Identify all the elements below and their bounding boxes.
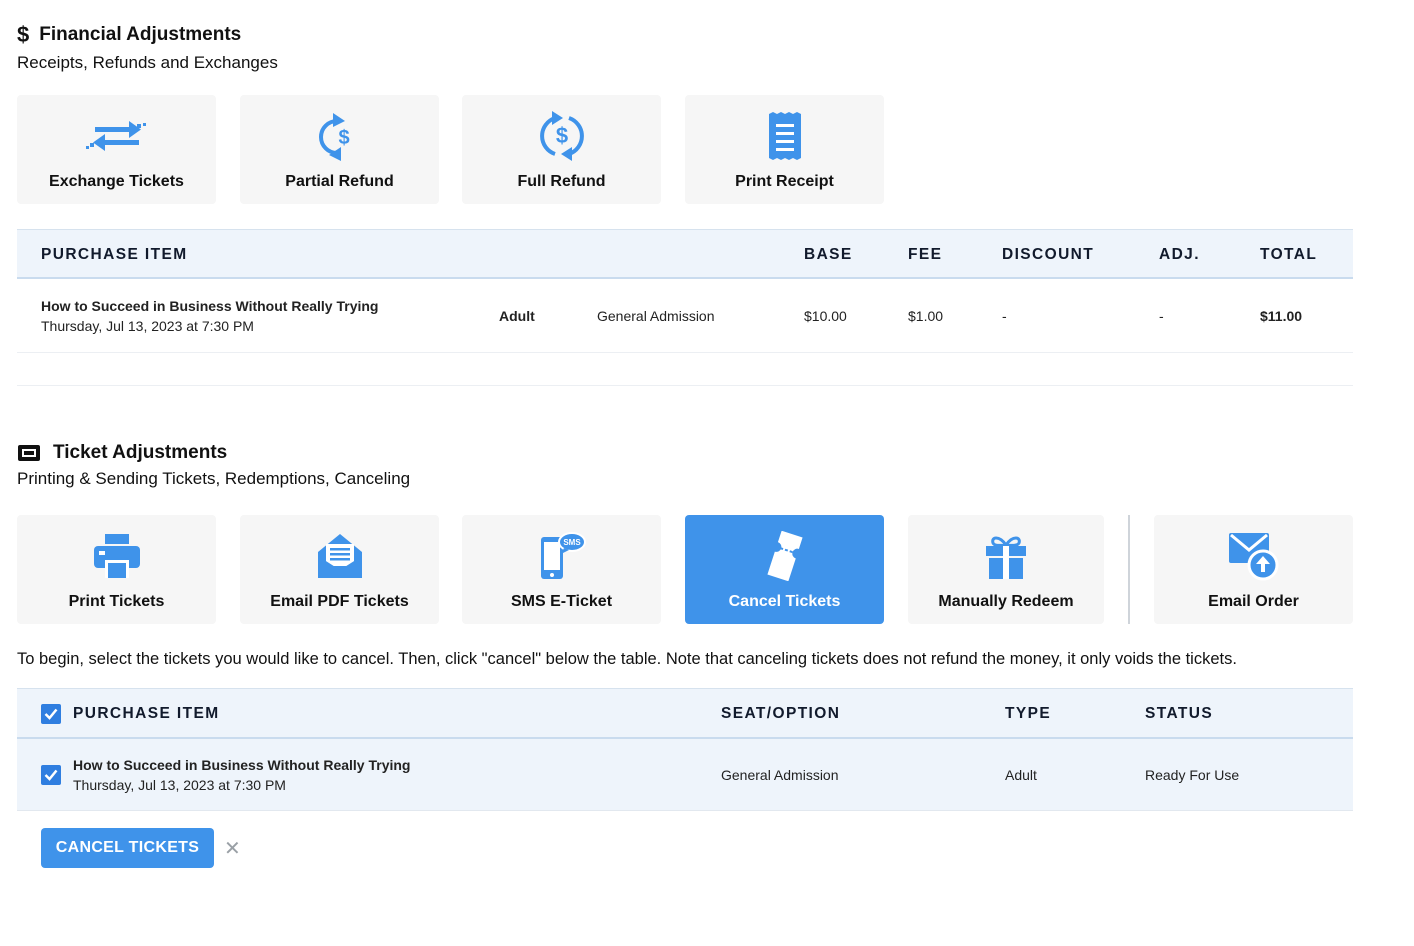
select-all-checkbox[interactable] (41, 704, 61, 724)
full-refund-button[interactable]: $ Full Refund (462, 95, 661, 204)
ticket-section-title: Ticket Adjustments (17, 442, 410, 464)
full-refund-icon: $ (535, 111, 589, 161)
exchange-arrows-icon (85, 111, 149, 161)
event-name: How to Succeed in Business Without Reall… (73, 757, 411, 773)
col-discount: DISCOUNT (1002, 246, 1095, 263)
tile-label: Print Tickets (68, 593, 165, 610)
gift-icon (983, 531, 1029, 581)
tile-divider (1128, 515, 1130, 624)
print-tickets-button[interactable]: Print Tickets (17, 515, 216, 624)
col-adj: ADJ. (1159, 246, 1200, 263)
tile-label: Full Refund (517, 173, 606, 190)
financial-section-title: $ Financial Adjustments (17, 22, 278, 48)
partial-refund-icon: $ (315, 111, 365, 161)
tile-label: Email PDF Tickets (270, 593, 409, 610)
seat-option: General Admission (597, 308, 715, 324)
col-base: BASE (804, 246, 853, 263)
financial-section-header: $ Financial Adjustments Receipts, Refund… (17, 22, 278, 73)
ticket-section-header: Ticket Adjustments Printing & Sending Ti… (17, 442, 410, 489)
total-value: $11.00 (1260, 308, 1303, 324)
col-type: TYPE (1005, 705, 1052, 722)
printer-icon (92, 531, 142, 581)
tile-label: Exchange Tickets (49, 173, 184, 190)
table-row: How to Succeed in Business Without Reall… (17, 279, 1353, 353)
sms-phone-icon: SMS (537, 531, 587, 581)
sms-e-ticket-button[interactable]: SMS SMS E-Ticket (462, 515, 661, 624)
tile-label: Manually Redeem (938, 593, 1074, 610)
tile-label: Partial Refund (285, 173, 394, 190)
row-checkbox[interactable] (41, 765, 61, 785)
col-purchase-item: PURCHASE ITEM (41, 246, 188, 263)
event-date: Thursday, Jul 13, 2023 at 7:30 PM (41, 318, 254, 334)
cancel-ticket-icon (762, 531, 808, 581)
cancel-instructions: To begin, select the tickets you would l… (17, 650, 1237, 668)
financial-title-text: Financial Adjustments (39, 24, 242, 45)
dollar-icon: $ (17, 22, 30, 47)
financial-subtitle: Receipts, Refunds and Exchanges (17, 53, 278, 72)
col-purchase-item: PURCHASE ITEM (73, 705, 220, 722)
svg-text:$: $ (338, 127, 349, 149)
cancel-tickets-tab[interactable]: Cancel Tickets (685, 515, 884, 624)
adj-value: - (1159, 308, 1164, 324)
sms-badge-text: SMS (563, 538, 581, 547)
divider (17, 385, 1353, 386)
ticket-subtitle: Printing & Sending Tickets, Redemptions,… (17, 469, 411, 488)
ticket-type: Adult (499, 308, 535, 324)
col-total: TOTAL (1260, 246, 1318, 263)
discount-value: - (1002, 308, 1007, 324)
table-row[interactable]: How to Succeed in Business Without Reall… (17, 739, 1353, 811)
col-fee: FEE (908, 246, 943, 263)
ticket-type: Adult (1005, 767, 1037, 783)
col-seat-option: SEAT/OPTION (721, 705, 841, 722)
svg-text:$: $ (555, 123, 567, 148)
event-date: Thursday, Jul 13, 2023 at 7:30 PM (73, 777, 286, 793)
receipt-icon (767, 111, 803, 161)
financial-table-header: PURCHASE ITEM BASE FEE DISCOUNT ADJ. TOT… (17, 229, 1353, 279)
email-pdf-icon (316, 531, 364, 581)
email-order-icon (1227, 531, 1281, 581)
manually-redeem-button[interactable]: Manually Redeem (908, 515, 1104, 624)
ticket-status: Ready For Use (1145, 767, 1240, 783)
fee-value: $1.00 (908, 308, 944, 324)
partial-refund-button[interactable]: $ Partial Refund (240, 95, 439, 204)
ticket-table-header: PURCHASE ITEM SEAT/OPTION TYPE STATUS (17, 688, 1353, 739)
tile-label: SMS E-Ticket (510, 593, 613, 610)
email-order-button[interactable]: Email Order (1154, 515, 1353, 624)
col-status: STATUS (1145, 705, 1214, 722)
tile-label: Email Order (1208, 593, 1299, 610)
exchange-tickets-button[interactable]: Exchange Tickets (17, 95, 216, 204)
event-name: How to Succeed in Business Without Reall… (41, 298, 379, 314)
close-icon[interactable]: ✕ (224, 836, 241, 861)
tile-label: Cancel Tickets (728, 593, 841, 610)
seat-option: General Admission (721, 767, 839, 783)
ticket-title-text: Ticket Adjustments (53, 442, 228, 463)
base-value: $10.00 (804, 308, 847, 324)
ticket-icon (17, 444, 41, 462)
cancel-tickets-button[interactable]: CANCEL TICKETS (41, 828, 214, 868)
print-receipt-button[interactable]: Print Receipt (685, 95, 884, 204)
email-pdf-tickets-button[interactable]: Email PDF Tickets (240, 515, 439, 624)
tile-label: Print Receipt (735, 173, 834, 190)
